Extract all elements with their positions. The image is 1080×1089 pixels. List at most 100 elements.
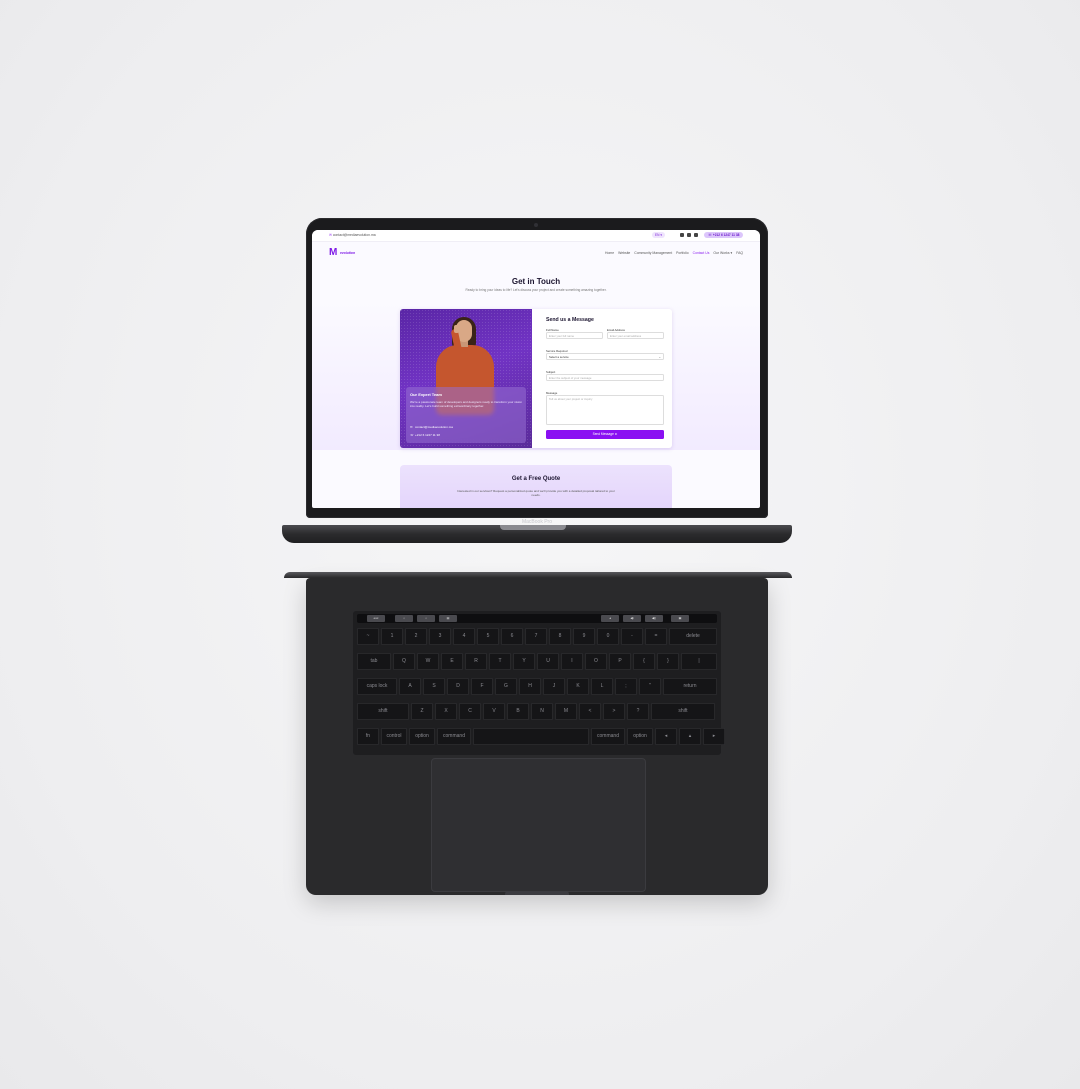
key[interactable]: L [591, 678, 613, 695]
key[interactable]: 1 [381, 628, 403, 645]
topbar-email[interactable]: ✉contact@mediaevolution.ma [329, 233, 376, 237]
key[interactable]: G [495, 678, 517, 695]
key[interactable]: E [441, 653, 463, 670]
key[interactable]: > [603, 703, 625, 720]
key[interactable]: W [417, 653, 439, 670]
key[interactable]: option [627, 728, 653, 745]
key[interactable]: command [591, 728, 625, 745]
key[interactable]: command [437, 728, 471, 745]
key[interactable]: Q [393, 653, 415, 670]
key[interactable]: { [633, 653, 655, 670]
touchbar-brightness-up[interactable]: ☼ [417, 615, 435, 622]
logo-mark: M [329, 247, 338, 258]
key[interactable]: U [537, 653, 559, 670]
key[interactable]: O [585, 653, 607, 670]
key[interactable]: T [489, 653, 511, 670]
key[interactable]: Y [513, 653, 535, 670]
touchbar-esc[interactable]: esc [367, 615, 385, 622]
full-name-input[interactable]: Enter your full name [546, 332, 603, 339]
touchbar-volume-up[interactable]: ◀)) [645, 615, 663, 622]
subject-input[interactable]: Enter the subject of your message [546, 374, 664, 381]
key[interactable]: caps lock [357, 678, 397, 695]
service-select[interactable]: Select a service ⌄ [546, 353, 664, 360]
key[interactable]: ▸ [703, 728, 725, 745]
nav-link-contact-us[interactable]: Contact Us [693, 251, 710, 255]
contact-card: Our Expert Team We're a passionate team … [400, 309, 672, 448]
nav-link-our-works[interactable]: Our Works ▾ [713, 251, 732, 255]
key[interactable]: M [555, 703, 577, 720]
key[interactable]: ; [615, 678, 637, 695]
linkedin-icon[interactable] [694, 233, 698, 237]
key[interactable]: ◂ [655, 728, 677, 745]
instagram-icon[interactable] [687, 233, 691, 237]
key[interactable]: I [561, 653, 583, 670]
key[interactable]: shift [357, 703, 409, 720]
key[interactable]: A [399, 678, 421, 695]
key[interactable]: V [483, 703, 505, 720]
key[interactable]: S [423, 678, 445, 695]
key[interactable]: 6 [501, 628, 523, 645]
key[interactable]: J [543, 678, 565, 695]
key[interactable]: ? [627, 703, 649, 720]
nav-link-faq[interactable]: FAQ [736, 251, 743, 255]
key[interactable]: = [645, 628, 667, 645]
key[interactable]: R [465, 653, 487, 670]
key[interactable]: 4 [453, 628, 475, 645]
send-message-button[interactable]: Send Message ➤ [546, 430, 664, 439]
key[interactable]: D [447, 678, 469, 695]
key[interactable]: P [609, 653, 631, 670]
key[interactable]: 0 [597, 628, 619, 645]
nav-link-website[interactable]: Website [618, 251, 630, 255]
facebook-icon[interactable] [680, 233, 684, 237]
nav-link-community-management[interactable]: Community Management [634, 251, 672, 255]
team-photo: Our Expert Team We're a passionate team … [400, 309, 532, 448]
key[interactable]: ▴ [679, 728, 701, 745]
language-selector[interactable]: EN ▾ [652, 232, 665, 238]
key[interactable]: 9 [573, 628, 595, 645]
key[interactable]: tab [357, 653, 391, 670]
nav-link-home[interactable]: Home [605, 251, 614, 255]
key[interactable]: shift [651, 703, 715, 720]
key[interactable]: ~ [357, 628, 379, 645]
key[interactable]: B [507, 703, 529, 720]
key[interactable]: X [435, 703, 457, 720]
key-row-numbers: ~1 2 3 4 5 6 7 8 9 0- = delete [357, 628, 717, 645]
touchbar-expand[interactable]: ◂ [601, 615, 619, 622]
touchbar-siri[interactable]: ▣ [671, 615, 689, 622]
team-phone[interactable]: ☏+212 6 1247 11 38 [410, 433, 440, 437]
logo[interactable]: M evolution [329, 248, 359, 258]
key[interactable]: } [657, 653, 679, 670]
message-textarea[interactable]: Tell us about your project or inquiry [546, 395, 664, 425]
key[interactable]: 5 [477, 628, 499, 645]
touchbar-brightness-down[interactable]: ☼ [395, 615, 413, 622]
key-row-modifiers: fn control option command command option ◂ ▴ ▸ [357, 728, 725, 745]
email-input[interactable]: Enter your email address [607, 332, 664, 339]
key[interactable]: Z [411, 703, 433, 720]
key[interactable]: - [621, 628, 643, 645]
topbar-phone-button[interactable]: ☏ +212 6 1247 11 38 [704, 232, 744, 238]
key[interactable]: " [639, 678, 661, 695]
key[interactable]: 7 [525, 628, 547, 645]
key[interactable]: return [663, 678, 717, 695]
key[interactable]: delete [669, 628, 717, 645]
touchbar-volume-down[interactable]: ◀) [623, 615, 641, 622]
key[interactable]: option [409, 728, 435, 745]
key[interactable]: fn [357, 728, 379, 745]
nav-link-portfolio[interactable]: Portfolio [676, 251, 688, 255]
key[interactable]: K [567, 678, 589, 695]
key[interactable]: control [381, 728, 407, 745]
key-space[interactable] [473, 728, 589, 745]
key[interactable]: < [579, 703, 601, 720]
key[interactable]: C [459, 703, 481, 720]
key[interactable]: H [519, 678, 541, 695]
team-email[interactable]: ✉ contact@mediaevolution.ma [410, 425, 453, 429]
key[interactable]: N [531, 703, 553, 720]
key[interactable]: F [471, 678, 493, 695]
key[interactable]: 8 [549, 628, 571, 645]
key[interactable]: 2 [405, 628, 427, 645]
touchbar-mission-control[interactable]: ▤ [439, 615, 457, 622]
trackpad[interactable] [431, 758, 646, 892]
key[interactable]: | [681, 653, 717, 670]
topbar-email-text: contact@mediaevolution.ma [332, 233, 376, 237]
key[interactable]: 3 [429, 628, 451, 645]
